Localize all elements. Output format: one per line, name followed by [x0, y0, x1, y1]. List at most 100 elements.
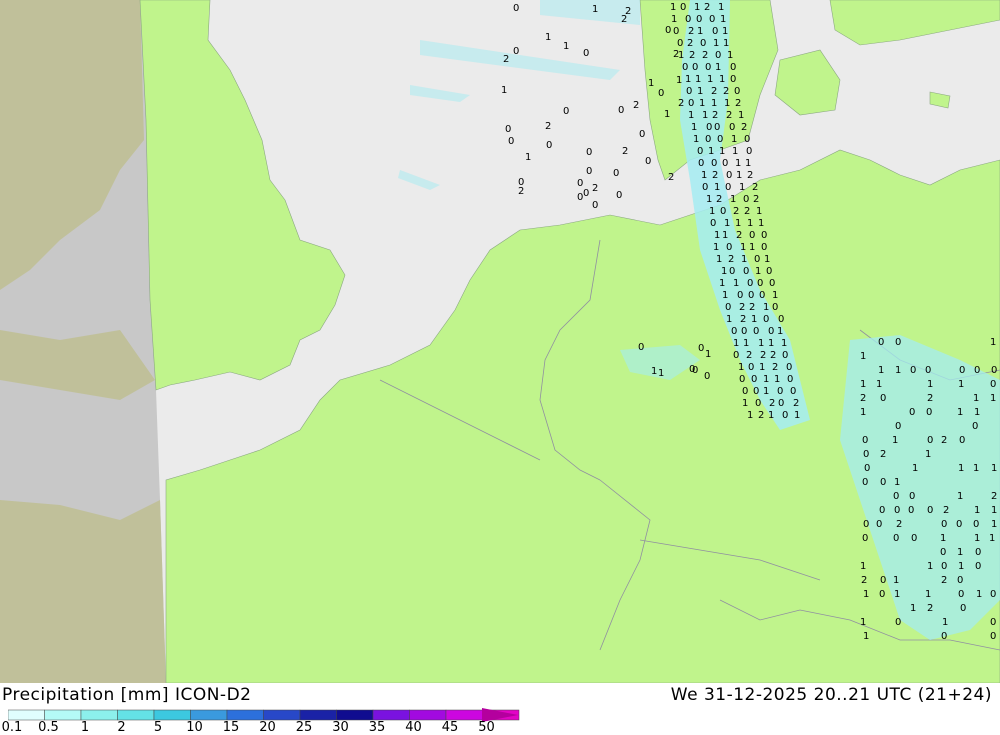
precip-value: 0 — [682, 62, 688, 73]
precip-value: 1 — [749, 242, 755, 253]
precip-value: 1 — [732, 146, 738, 157]
precip-value: 1 — [713, 38, 719, 49]
precip-value: 0 — [739, 374, 745, 385]
legend-swatch — [44, 709, 82, 721]
precip-value: 0 — [863, 519, 869, 530]
precip-value: 0 — [583, 48, 589, 59]
precip-value: 0 — [697, 146, 703, 157]
precip-value: 1 — [958, 379, 964, 390]
precip-value: 0 — [974, 365, 980, 376]
precip-value: 1 — [688, 110, 694, 121]
precip-value: 0 — [878, 337, 884, 348]
precip-value: 2 — [726, 110, 732, 121]
precip-value: 0 — [768, 326, 774, 337]
precip-value: 1 — [759, 362, 765, 373]
precip-value: 2 — [760, 350, 766, 361]
precip-value: 1 — [719, 146, 725, 157]
precip-value: 1 — [912, 463, 918, 474]
precip-value: 1 — [711, 98, 717, 109]
precip-value: 1 — [974, 505, 980, 516]
precip-value: 1 — [699, 98, 705, 109]
precip-value: 0 — [864, 463, 870, 474]
precip-value: 1 — [724, 218, 730, 229]
precip-value: 0 — [941, 561, 947, 572]
precip-value: 0 — [751, 374, 757, 385]
precip-value: 0 — [700, 38, 706, 49]
precip-value: 0 — [747, 278, 753, 289]
precip-value: 0 — [940, 547, 946, 558]
precip-value: 0 — [879, 589, 885, 600]
precip-value: 1 — [545, 32, 551, 43]
precip-value: 1 — [763, 302, 769, 313]
precip-value: 0 — [876, 519, 882, 530]
precip-value: 2 — [735, 98, 741, 109]
precip-value: 0 — [957, 575, 963, 586]
precip-value: 0 — [909, 491, 915, 502]
precip-value: 0 — [729, 122, 735, 133]
precip-value: 0 — [975, 561, 981, 572]
precip-value: 0 — [665, 25, 671, 36]
precip-value: 2 — [702, 50, 708, 61]
precip-value: 0 — [613, 168, 619, 179]
precip-value: 1 — [973, 463, 979, 474]
precip-value: 2 — [689, 50, 695, 61]
precip-value: 1 — [592, 4, 598, 15]
precip-value: 1 — [974, 407, 980, 418]
precip-value: 2 — [622, 146, 628, 157]
precip-value: 1 — [727, 50, 733, 61]
precip-value: 1 — [876, 379, 882, 390]
precip-value: 1 — [989, 533, 995, 544]
precip-value: 2 — [687, 38, 693, 49]
precip-value: 1 — [706, 194, 712, 205]
precip-value: 1 — [758, 338, 764, 349]
precip-value: 0 — [769, 278, 775, 289]
legend-swatch — [117, 709, 155, 721]
precip-value: 0 — [583, 188, 589, 199]
precip-value: 0 — [959, 365, 965, 376]
precip-value: 0 — [689, 364, 695, 375]
precip-value: 1 — [731, 134, 737, 145]
precip-value: 0 — [505, 124, 511, 135]
precip-value: 0 — [782, 350, 788, 361]
precip-value: 1 — [976, 589, 982, 600]
precip-value: 0 — [761, 242, 767, 253]
precip-value: 0 — [744, 134, 750, 145]
precip-value: 1 — [714, 230, 720, 241]
precip-value: 1 — [892, 435, 898, 446]
precip-value: 1 — [664, 109, 670, 120]
precip-value: 0 — [972, 421, 978, 432]
precip-value: 1 — [525, 152, 531, 163]
precip-value: 1 — [648, 78, 654, 89]
precip-value: 2 — [758, 410, 764, 421]
precip-value: 0 — [714, 122, 720, 133]
precip-value: 0 — [737, 290, 743, 301]
precip-value: 1 — [910, 603, 916, 614]
map-title: Precipitation [mm] ICON-D2 — [2, 685, 252, 705]
precip-value: 1 — [860, 407, 866, 418]
precip-value: 0 — [960, 603, 966, 614]
precip-value: 2 — [752, 182, 758, 193]
precip-value: 0 — [911, 533, 917, 544]
precip-value: 0 — [577, 192, 583, 203]
precip-value: 0 — [786, 362, 792, 373]
precip-value: 2 — [896, 519, 902, 530]
precip-value: 1 — [735, 158, 741, 169]
precip-value: 0 — [730, 74, 736, 85]
precip-value: 0 — [975, 547, 981, 558]
precip-value: 0 — [880, 575, 886, 586]
precip-value: 0 — [862, 533, 868, 544]
precip-value: 0 — [692, 62, 698, 73]
precip-value: 1 — [707, 74, 713, 85]
precip-value: 1 — [721, 266, 727, 277]
precip-value: 0 — [705, 134, 711, 145]
precip-value: 1 — [726, 314, 732, 325]
precip-value: 1 — [715, 62, 721, 73]
precip-value: 1 — [927, 379, 933, 390]
precip-value: 2 — [633, 100, 639, 111]
precip-value: 0 — [733, 350, 739, 361]
precip-value: 1 — [693, 134, 699, 145]
precip-value: 2 — [740, 314, 746, 325]
precip-value: 0 — [895, 421, 901, 432]
precip-value: 0 — [715, 50, 721, 61]
precip-value: 1 — [708, 146, 714, 157]
